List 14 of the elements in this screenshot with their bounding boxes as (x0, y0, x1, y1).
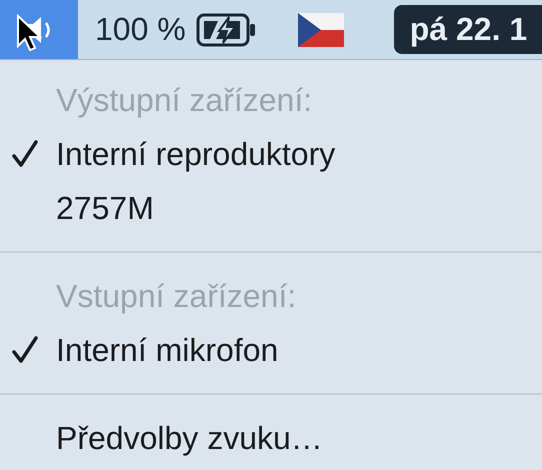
menu-item[interactable]: Interní mikrofon (0, 323, 542, 377)
section-header: Vstupní zařízení: (55, 276, 298, 316)
volume-button[interactable] (0, 0, 78, 59)
checkmark-icon (12, 140, 38, 168)
clock[interactable]: pá 22. 1 (394, 5, 542, 54)
battery-charging-icon[interactable] (196, 12, 258, 46)
flag-icon[interactable] (298, 12, 344, 46)
battery-percent: 100 % (95, 11, 186, 48)
checkmark-icon (12, 336, 38, 364)
section-header: Výstupní zařízení: (55, 80, 314, 120)
menu-item[interactable]: Předvolby zvuku… (0, 411, 542, 465)
menu-item[interactable]: Interní reproduktory (0, 127, 542, 181)
cursor-icon (15, 14, 45, 54)
menu-item[interactable]: 2757M (0, 181, 542, 235)
